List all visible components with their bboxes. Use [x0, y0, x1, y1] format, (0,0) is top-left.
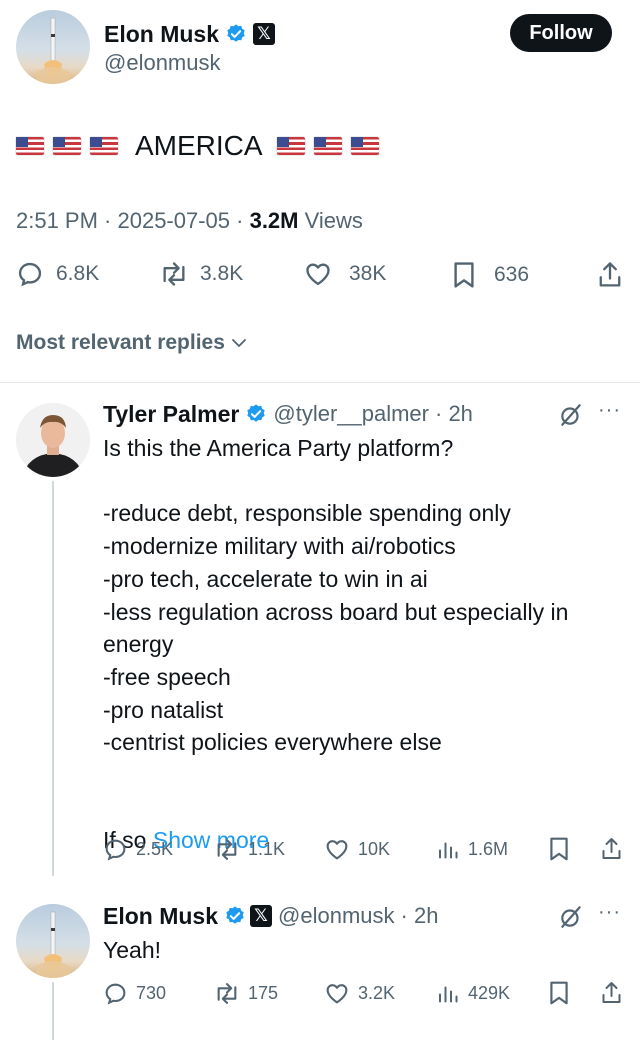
- repost-icon: [163, 262, 185, 286]
- reply1-author-name[interactable]: Tyler Palmer: [103, 401, 239, 428]
- main-author-avatar[interactable]: [16, 10, 90, 84]
- rocket-icon: [36, 911, 70, 978]
- tweet-meta: 2:51 PM · 2025-07-05 · 3.2M Views: [16, 208, 363, 234]
- rocket-icon: [36, 17, 70, 84]
- reply1-bookmark-button[interactable]: [548, 836, 570, 862]
- main-author-handle[interactable]: @elonmusk: [104, 50, 221, 76]
- bookmark-icon: [454, 262, 474, 288]
- views-icon: [439, 986, 458, 1003]
- bookmark-icon: [550, 837, 568, 861]
- like-icon: [306, 263, 330, 286]
- reply2-author-name[interactable]: Elon Musk: [103, 903, 218, 930]
- reply1-author-handle[interactable]: @tyler__palmer: [273, 401, 429, 427]
- tweet-text: AMERICA: [135, 130, 263, 161]
- views-icon: [439, 842, 458, 859]
- us-flag-icon: [350, 137, 379, 155]
- reply-icon: [105, 839, 126, 861]
- repost-icon: [217, 983, 237, 1004]
- reply1-repost-stat[interactable]: 1.1K: [213, 837, 285, 862]
- divider: [0, 382, 640, 383]
- reply2-views-stat[interactable]: 429K: [436, 981, 510, 1006]
- more-icon[interactable]: ···: [598, 901, 621, 924]
- grok-icon[interactable]: [558, 402, 584, 428]
- tweet-body: AMERICA: [16, 128, 388, 164]
- us-flag-icon: [16, 137, 44, 155]
- reply-stat[interactable]: 6.8K: [16, 260, 99, 288]
- reply2-reply-stat[interactable]: 730: [103, 981, 166, 1006]
- replies-sort-dropdown[interactable]: Most relevant replies: [16, 331, 249, 355]
- reply1-like-stat[interactable]: 10K: [324, 837, 390, 862]
- follow-button[interactable]: Follow: [510, 14, 612, 52]
- person-avatar-icon: [16, 403, 90, 477]
- like-stat[interactable]: 38K: [303, 260, 386, 288]
- reply2-time[interactable]: · 2h: [401, 903, 439, 929]
- reply1-author-avatar[interactable]: [16, 403, 90, 477]
- reply1-views-stat[interactable]: 1.6M: [436, 837, 508, 862]
- bookmark-icon: [550, 981, 568, 1005]
- verified-badge-icon: [226, 906, 244, 924]
- repost-stat[interactable]: 3.8K: [158, 260, 243, 288]
- reply-icon: [105, 983, 126, 1005]
- bookmark-stat[interactable]: 636: [452, 260, 529, 290]
- reply2-author-avatar[interactable]: [16, 904, 90, 978]
- reply2-author-handle[interactable]: @elonmusk: [278, 903, 395, 929]
- reply2-share-button[interactable]: [599, 980, 624, 1006]
- chevron-down-icon: [232, 339, 246, 347]
- share-button[interactable]: [596, 260, 624, 290]
- reply1-time[interactable]: · 2h: [435, 401, 473, 427]
- reply1-text: Is this the America Party platform? -red…: [103, 435, 569, 756]
- like-icon: [326, 840, 348, 860]
- tweet-timestamp[interactable]: 2:51 PM · 2025-07-05 ·: [16, 208, 250, 233]
- us-flag-icon: [90, 137, 118, 155]
- replies-sort-label: Most relevant replies: [16, 331, 225, 354]
- us-flag-icon: [276, 137, 305, 155]
- x-logo-icon: 𝕏: [250, 905, 273, 927]
- reply2-bookmark-button[interactable]: [548, 980, 570, 1006]
- reply1-share-button[interactable]: [599, 836, 624, 862]
- reply1-header: Tyler Palmer @tyler__palmer · 2h: [103, 398, 473, 430]
- reply2-text: Yeah!: [103, 937, 161, 963]
- us-flag-icon: [313, 137, 342, 155]
- reply-icon: [18, 262, 42, 287]
- reply2-like-stat[interactable]: 3.2K: [324, 981, 395, 1006]
- repost-icon: [217, 839, 237, 860]
- reply2-header: Elon Musk 𝕏 @elonmusk · 2h: [103, 900, 438, 932]
- like-icon: [326, 984, 348, 1004]
- reply2-repost-stat[interactable]: 175: [213, 981, 278, 1006]
- share-icon: [599, 262, 621, 287]
- share-icon: [602, 838, 621, 859]
- verified-badge-icon: [247, 404, 266, 422]
- grok-icon[interactable]: [558, 904, 584, 930]
- tweet-views-count: 3.2M: [249, 208, 299, 233]
- thread-line: [52, 481, 54, 876]
- more-icon[interactable]: ···: [598, 399, 621, 422]
- tweet-views-label: Views: [298, 208, 363, 233]
- verified-badge-icon: [227, 24, 245, 42]
- thread-line: [52, 982, 54, 1040]
- reply1-reply-stat[interactable]: 2.5K: [103, 837, 173, 862]
- main-author-name[interactable]: Elon Musk: [104, 21, 219, 48]
- share-icon: [602, 982, 621, 1003]
- us-flag-icon: [53, 137, 81, 155]
- x-logo-icon: 𝕏: [253, 23, 276, 45]
